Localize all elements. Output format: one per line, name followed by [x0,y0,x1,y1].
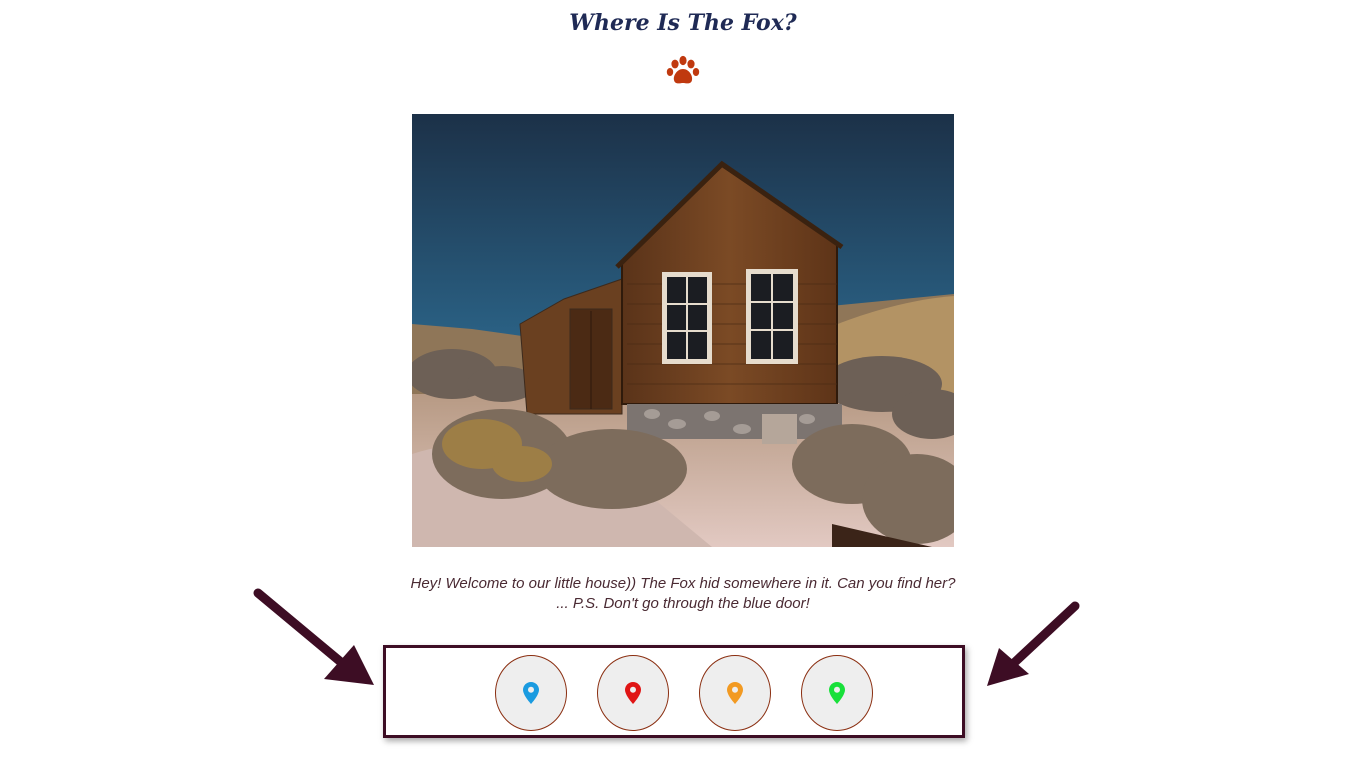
orange-location-button[interactable] [699,655,771,731]
red-location-button[interactable] [597,655,669,731]
green-location-button[interactable] [801,655,873,731]
map-pin-icon [829,682,845,704]
left-arrow-indicator [253,588,374,685]
right-arrow-indicator [987,601,1080,686]
welcome-caption: Hey! Welcome to our little house)) The F… [410,575,956,612]
map-pin-icon [523,682,539,704]
page-title: Where Is The Fox? [569,10,797,36]
location-buttons-panel [383,645,965,738]
house-scene-image[interactable] [412,114,954,547]
paw-icon [666,55,700,84]
page: Where Is The Fox? Hey! Welcome to our li… [0,0,1366,768]
map-pin-icon [625,682,641,704]
map-pin-icon [727,682,743,704]
blue-location-button[interactable] [495,655,567,731]
